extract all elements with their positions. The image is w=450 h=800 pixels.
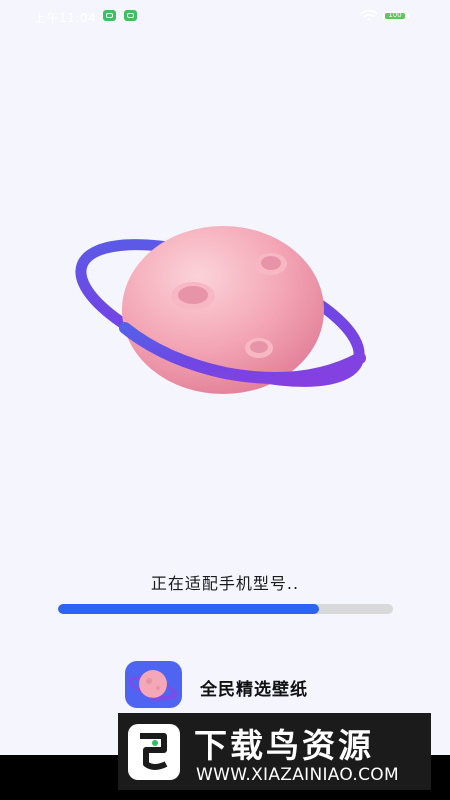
notification-app-icon — [124, 10, 137, 21]
battery-icon: 100 — [383, 11, 409, 21]
watermark-banner: 下载鸟资源 WWW.XIAZAINIAO.COM — [118, 713, 431, 790]
planet-illustration — [75, 226, 366, 394]
app-logo — [125, 661, 182, 708]
bird-logo-icon — [128, 724, 180, 780]
watermark-url: WWW.XIAZAINIAO.COM — [196, 765, 399, 785]
app-name: 全民精选壁纸 — [200, 680, 308, 700]
wifi-icon — [360, 9, 378, 21]
status-time: 上午11:04 — [34, 11, 97, 25]
watermark-title: 下载鸟资源 — [194, 726, 374, 765]
status-bar: 上午11:04 100 — [0, 0, 450, 34]
loading-progress-fill — [58, 604, 320, 614]
loading-text: 正在适配手机型号.. — [150, 574, 300, 593]
notification-app-icon — [103, 10, 116, 21]
loading-progress-bar — [58, 604, 393, 614]
battery-level: 100 — [388, 11, 402, 19]
